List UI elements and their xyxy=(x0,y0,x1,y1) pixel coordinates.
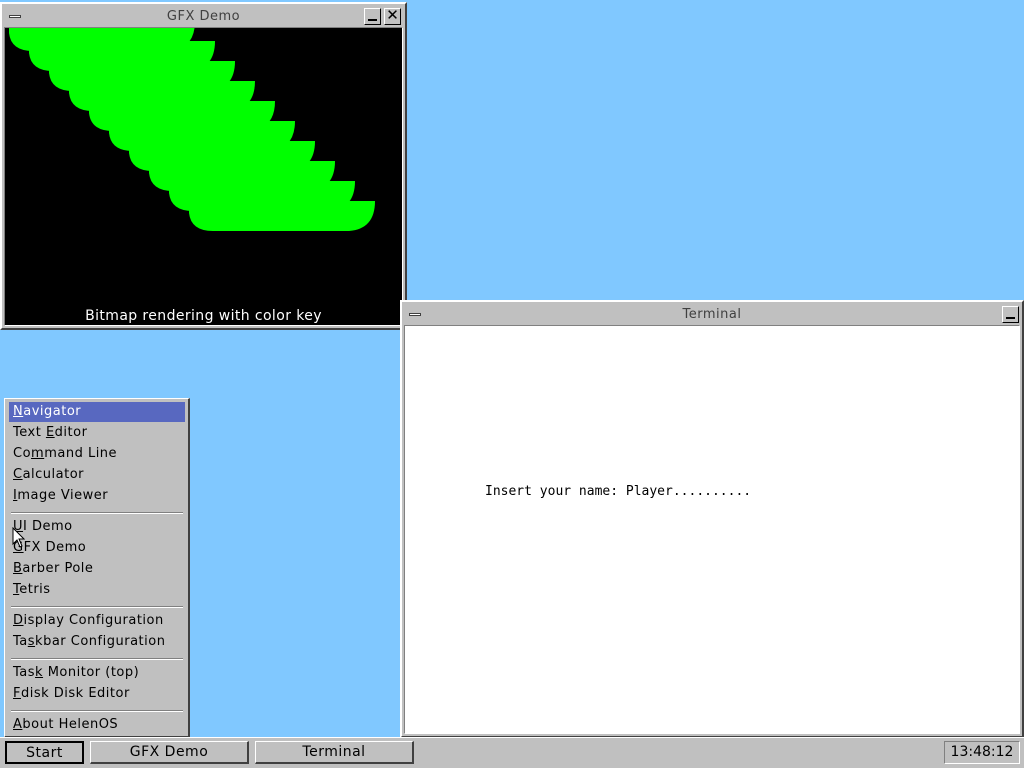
taskbar-button-gfx-demo[interactable]: GFX Demo xyxy=(90,741,249,764)
gfx-demo-titlebar[interactable]: GFX Demo ✕ xyxy=(4,6,403,27)
menu-item-barber-pole[interactable]: Barber Pole xyxy=(9,559,185,579)
taskbar-button-terminal[interactable]: Terminal xyxy=(255,741,414,764)
gfx-caption: Bitmap rendering with color key xyxy=(85,308,322,324)
terminal-window[interactable]: Terminal Insert your name: Player.......… xyxy=(400,300,1024,738)
clock: 13:48:12 xyxy=(944,741,1020,764)
menu-separator xyxy=(11,606,183,608)
menu-item-taskbar-configuration[interactable]: Taskbar Configuration xyxy=(9,632,185,652)
menu-item-navigator[interactable]: Navigator xyxy=(9,402,185,422)
menu-item-image-viewer[interactable]: Image Viewer xyxy=(9,486,185,506)
minimize-icon[interactable] xyxy=(364,8,381,25)
menu-item-ui-demo[interactable]: UI Demo xyxy=(9,517,185,537)
menu-item-gfx-demo[interactable]: GFX Demo xyxy=(9,538,185,558)
window-title: GFX Demo xyxy=(166,9,241,24)
start-button[interactable]: Start xyxy=(5,741,84,764)
gfx-bitmap-shapes xyxy=(9,28,375,231)
gfx-bitmap-blob xyxy=(189,201,375,231)
menu-separator xyxy=(11,658,183,660)
terminal-area[interactable]: Insert your name: Player.......... xyxy=(404,325,1020,734)
minimize-icon[interactable] xyxy=(1002,306,1019,323)
menu-item-fdisk[interactable]: Fdisk Disk Editor xyxy=(9,684,185,704)
gfx-canvas: Bitmap rendering with color key xyxy=(4,27,403,326)
menu-separator xyxy=(11,512,183,514)
menu-item-command-line[interactable]: Command Line xyxy=(9,444,185,464)
menu-item-about[interactable]: About HelenOS xyxy=(9,715,185,735)
taskbar: Start GFX Demo Terminal 13:48:12 xyxy=(0,737,1024,768)
menu-item-calculator[interactable]: Calculator xyxy=(9,465,185,485)
gfx-demo-window[interactable]: GFX Demo ✕ Bitmap rendering with color k… xyxy=(0,2,407,330)
window-title: Terminal xyxy=(682,307,742,322)
menu-item-display-configuration[interactable]: Display Configuration xyxy=(9,611,185,631)
menu-item-text-editor[interactable]: Text Editor xyxy=(9,423,185,443)
menu-separator xyxy=(11,710,183,712)
mouse-pointer-icon xyxy=(12,527,26,548)
menu-item-tetris[interactable]: Tetris xyxy=(9,580,185,600)
start-menu: Navigator Text Editor Command Line Calcu… xyxy=(4,398,190,738)
menu-item-task-monitor[interactable]: Task Monitor (top) xyxy=(9,663,185,683)
close-icon[interactable]: ✕ xyxy=(384,8,401,25)
terminal-output-line: Insert your name: Player.......... xyxy=(485,484,752,499)
terminal-titlebar[interactable]: Terminal xyxy=(404,304,1020,325)
